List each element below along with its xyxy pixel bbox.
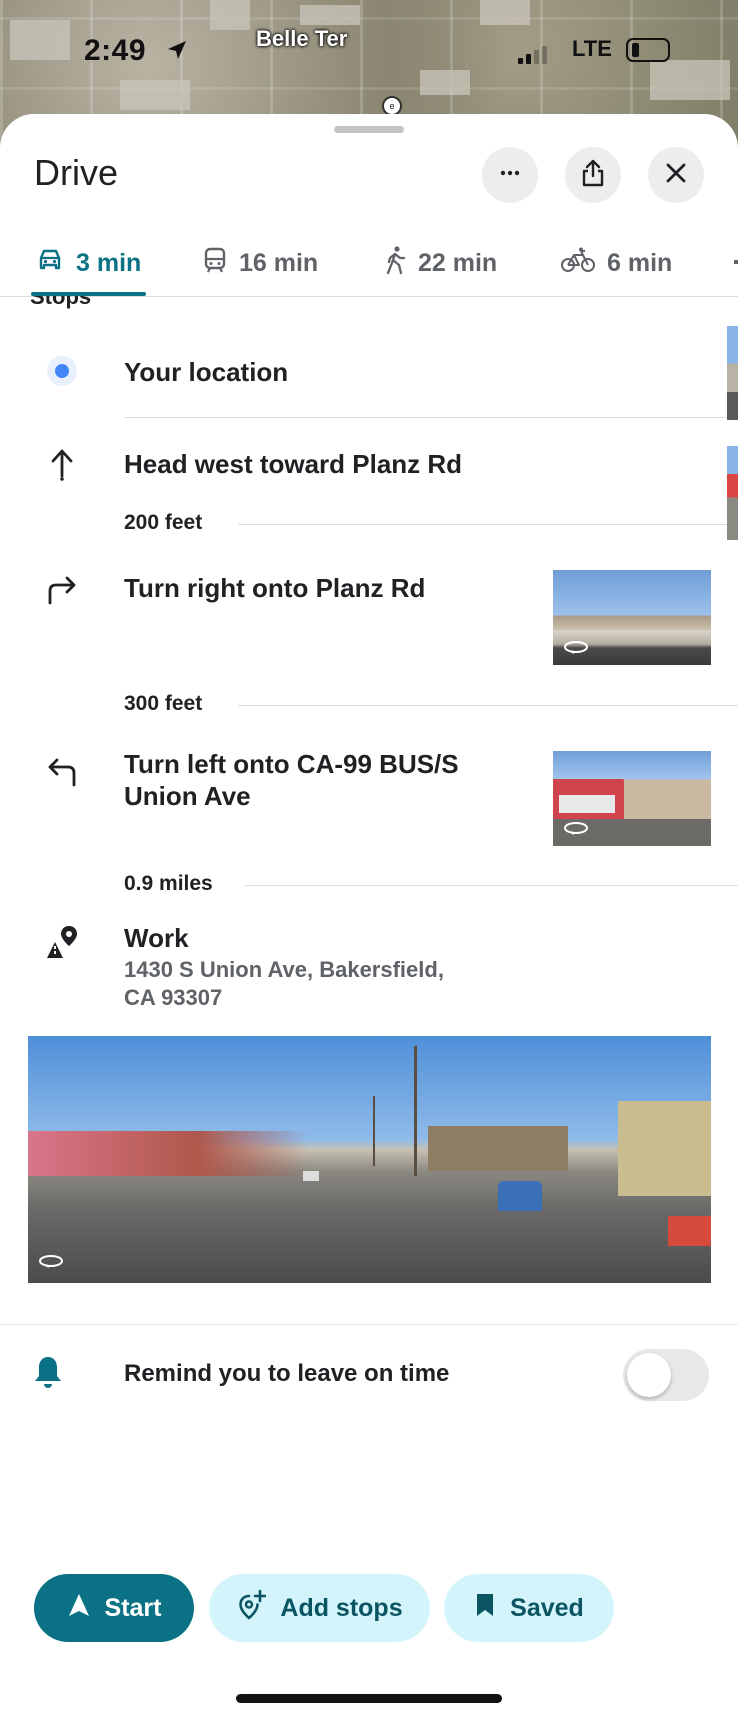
destination-address-line1: 1430 S Union Ave, Bakersfield,: [124, 957, 444, 982]
divider: [0, 1324, 738, 1325]
start-button[interactable]: Start: [34, 1574, 194, 1642]
tab-label: 16 min: [239, 248, 319, 277]
street-view-image[interactable]: [28, 1036, 711, 1283]
battery-icon: [626, 38, 670, 62]
bell-icon: [32, 1354, 64, 1395]
panorama-icon: [38, 1254, 64, 1273]
sheet-grabber[interactable]: [334, 126, 404, 133]
street-view-thumbnail[interactable]: [727, 326, 738, 420]
tab-bike[interactable]: 6 min: [561, 236, 672, 290]
destination-icon: [38, 918, 86, 966]
map-pin-icon[interactable]: e: [382, 96, 402, 116]
signal-icon: [518, 46, 547, 64]
status-time: 2:49: [84, 34, 147, 67]
step-distance: 0.9 miles: [124, 872, 213, 895]
street-view-thumbnail[interactable]: [553, 570, 711, 665]
navigation-arrow-icon: [67, 1592, 91, 1625]
more-icon: [498, 161, 522, 190]
section-label: Stops: [30, 296, 92, 309]
current-location-icon: [38, 347, 86, 395]
tab-transit[interactable]: 16 min: [203, 236, 318, 290]
page-title: Drive: [34, 152, 119, 193]
step-text: Turn left onto CA-99 BUS/S: [124, 749, 459, 779]
saved-label: Saved: [510, 1593, 584, 1622]
turn-left-icon: [38, 748, 86, 796]
divider: [238, 705, 738, 706]
step-text-line2: Union Ave: [124, 781, 251, 811]
bottom-actions: Remind you to leave on time Start Add st…: [0, 1314, 738, 1714]
transit-icon: [203, 246, 227, 281]
panorama-icon: [563, 640, 589, 659]
arrow-up-icon: [38, 440, 86, 488]
travel-mode-tabs: 3 min 16 min 22 min 6 min: [0, 230, 738, 297]
bike-icon: [561, 247, 595, 280]
close-button[interactable]: [648, 147, 704, 203]
tab-label: 6 min: [607, 248, 673, 277]
map-label: Belle Ter: [256, 26, 348, 51]
step-text: Turn right onto Planz Rd: [124, 573, 426, 603]
bookmark-icon: [474, 1592, 496, 1625]
tab-drive[interactable]: 3 min: [31, 236, 146, 296]
step-distance: 200 feet: [124, 511, 203, 534]
divider: [238, 524, 738, 525]
saved-button[interactable]: Saved: [444, 1574, 614, 1642]
home-indicator: [236, 1694, 502, 1703]
tab-label: 3 min: [76, 248, 142, 277]
close-icon: [665, 162, 687, 189]
panorama-icon: [563, 821, 589, 840]
add-stops-label: Add stops: [280, 1593, 403, 1622]
location-arrow-icon: [165, 38, 189, 67]
divider: [245, 885, 738, 886]
more-button[interactable]: [482, 147, 538, 203]
share-icon: [580, 159, 606, 192]
destination-name: Work: [124, 923, 189, 953]
destination-address-line2: CA 93307: [124, 985, 223, 1010]
turn-right-icon: [38, 566, 86, 614]
directions-sheet: Drive 3 min 16 min 22 min 6 min Stops Yo…: [0, 114, 738, 1714]
more-tabs-indicator: [734, 260, 738, 264]
tab-label: 22 min: [418, 248, 498, 277]
toggle-knob: [627, 1353, 671, 1397]
add-stops-button[interactable]: Add stops: [209, 1574, 430, 1642]
street-view-thumbnail[interactable]: [553, 751, 711, 846]
network-label: LTE: [572, 36, 612, 61]
street-view-thumbnail[interactable]: [727, 446, 738, 540]
reminder-toggle[interactable]: [623, 1349, 709, 1401]
step-text: Head west toward Planz Rd: [124, 449, 463, 479]
share-button[interactable]: [565, 147, 621, 203]
start-label: Start: [104, 1593, 162, 1622]
add-location-icon: [236, 1589, 267, 1628]
status-bar: 2:49 LTE: [0, 30, 738, 70]
step-text: Your location: [124, 357, 289, 387]
car-icon: [36, 247, 64, 280]
directions-list[interactable]: Stops Your location Head west toward Pla…: [0, 296, 738, 1314]
tab-walk[interactable]: 22 min: [384, 236, 497, 290]
reminder-label: Remind you to leave on time: [124, 1360, 450, 1387]
divider: [124, 417, 738, 418]
walk-icon: [384, 245, 406, 282]
step-distance: 300 feet: [124, 692, 203, 715]
